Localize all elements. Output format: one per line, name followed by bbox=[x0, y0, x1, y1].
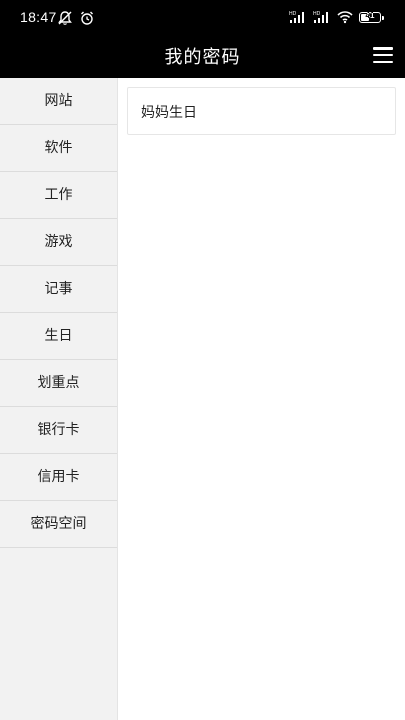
sidebar-item-games[interactable]: 游戏 bbox=[0, 219, 117, 266]
sidebar-item-birthday[interactable]: 生日 bbox=[0, 313, 117, 360]
svg-text:HD: HD bbox=[313, 11, 321, 17]
sidebar-item-bank-card[interactable]: 银行卡 bbox=[0, 407, 117, 454]
battery-level: 41 bbox=[365, 10, 375, 20]
status-right-icons: HD HD 41 bbox=[289, 10, 384, 24]
sidebar-item-password-space[interactable]: 密码空间 bbox=[0, 501, 117, 548]
sidebar-item-website[interactable]: 网站 bbox=[0, 78, 117, 125]
hamburger-menu-icon[interactable] bbox=[373, 45, 393, 65]
wifi-icon bbox=[337, 11, 353, 24]
status-left-icons bbox=[57, 10, 95, 26]
sidebar-item-credit-card[interactable]: 信用卡 bbox=[0, 454, 117, 501]
mute-icon bbox=[58, 11, 72, 25]
page-title: 我的密码 bbox=[164, 47, 241, 68]
menu-bar bbox=[373, 47, 393, 50]
app-header: 我的密码 bbox=[0, 36, 405, 78]
svg-text:HD: HD bbox=[289, 11, 297, 17]
hd-signal-icon: HD bbox=[313, 11, 328, 23]
menu-bar bbox=[373, 53, 393, 57]
sidebar-item-highlights[interactable]: 划重点 bbox=[0, 360, 117, 407]
sidebar-item-work[interactable]: 工作 bbox=[0, 172, 117, 219]
status-time: 18:47 bbox=[20, 9, 57, 25]
menu-bar bbox=[373, 60, 393, 63]
list-item[interactable]: 妈妈生日 bbox=[127, 87, 396, 135]
entry-list: 妈妈生日 bbox=[118, 78, 405, 720]
sidebar-item-notes[interactable]: 记事 bbox=[0, 266, 117, 313]
battery-icon: 41 bbox=[359, 10, 384, 23]
status-bar: 18:47 HD HD 41 bbox=[0, 0, 405, 36]
hd-signal-icon: HD bbox=[289, 11, 304, 23]
sidebar-item-software[interactable]: 软件 bbox=[0, 125, 117, 172]
alarm-icon bbox=[81, 11, 93, 25]
entry-label: 妈妈生日 bbox=[141, 105, 197, 121]
battery-tip bbox=[382, 15, 384, 20]
category-sidebar: 网站 软件 工作 游戏 记事 生日 划重点 银行卡 信用卡 密码空间 bbox=[0, 78, 118, 720]
